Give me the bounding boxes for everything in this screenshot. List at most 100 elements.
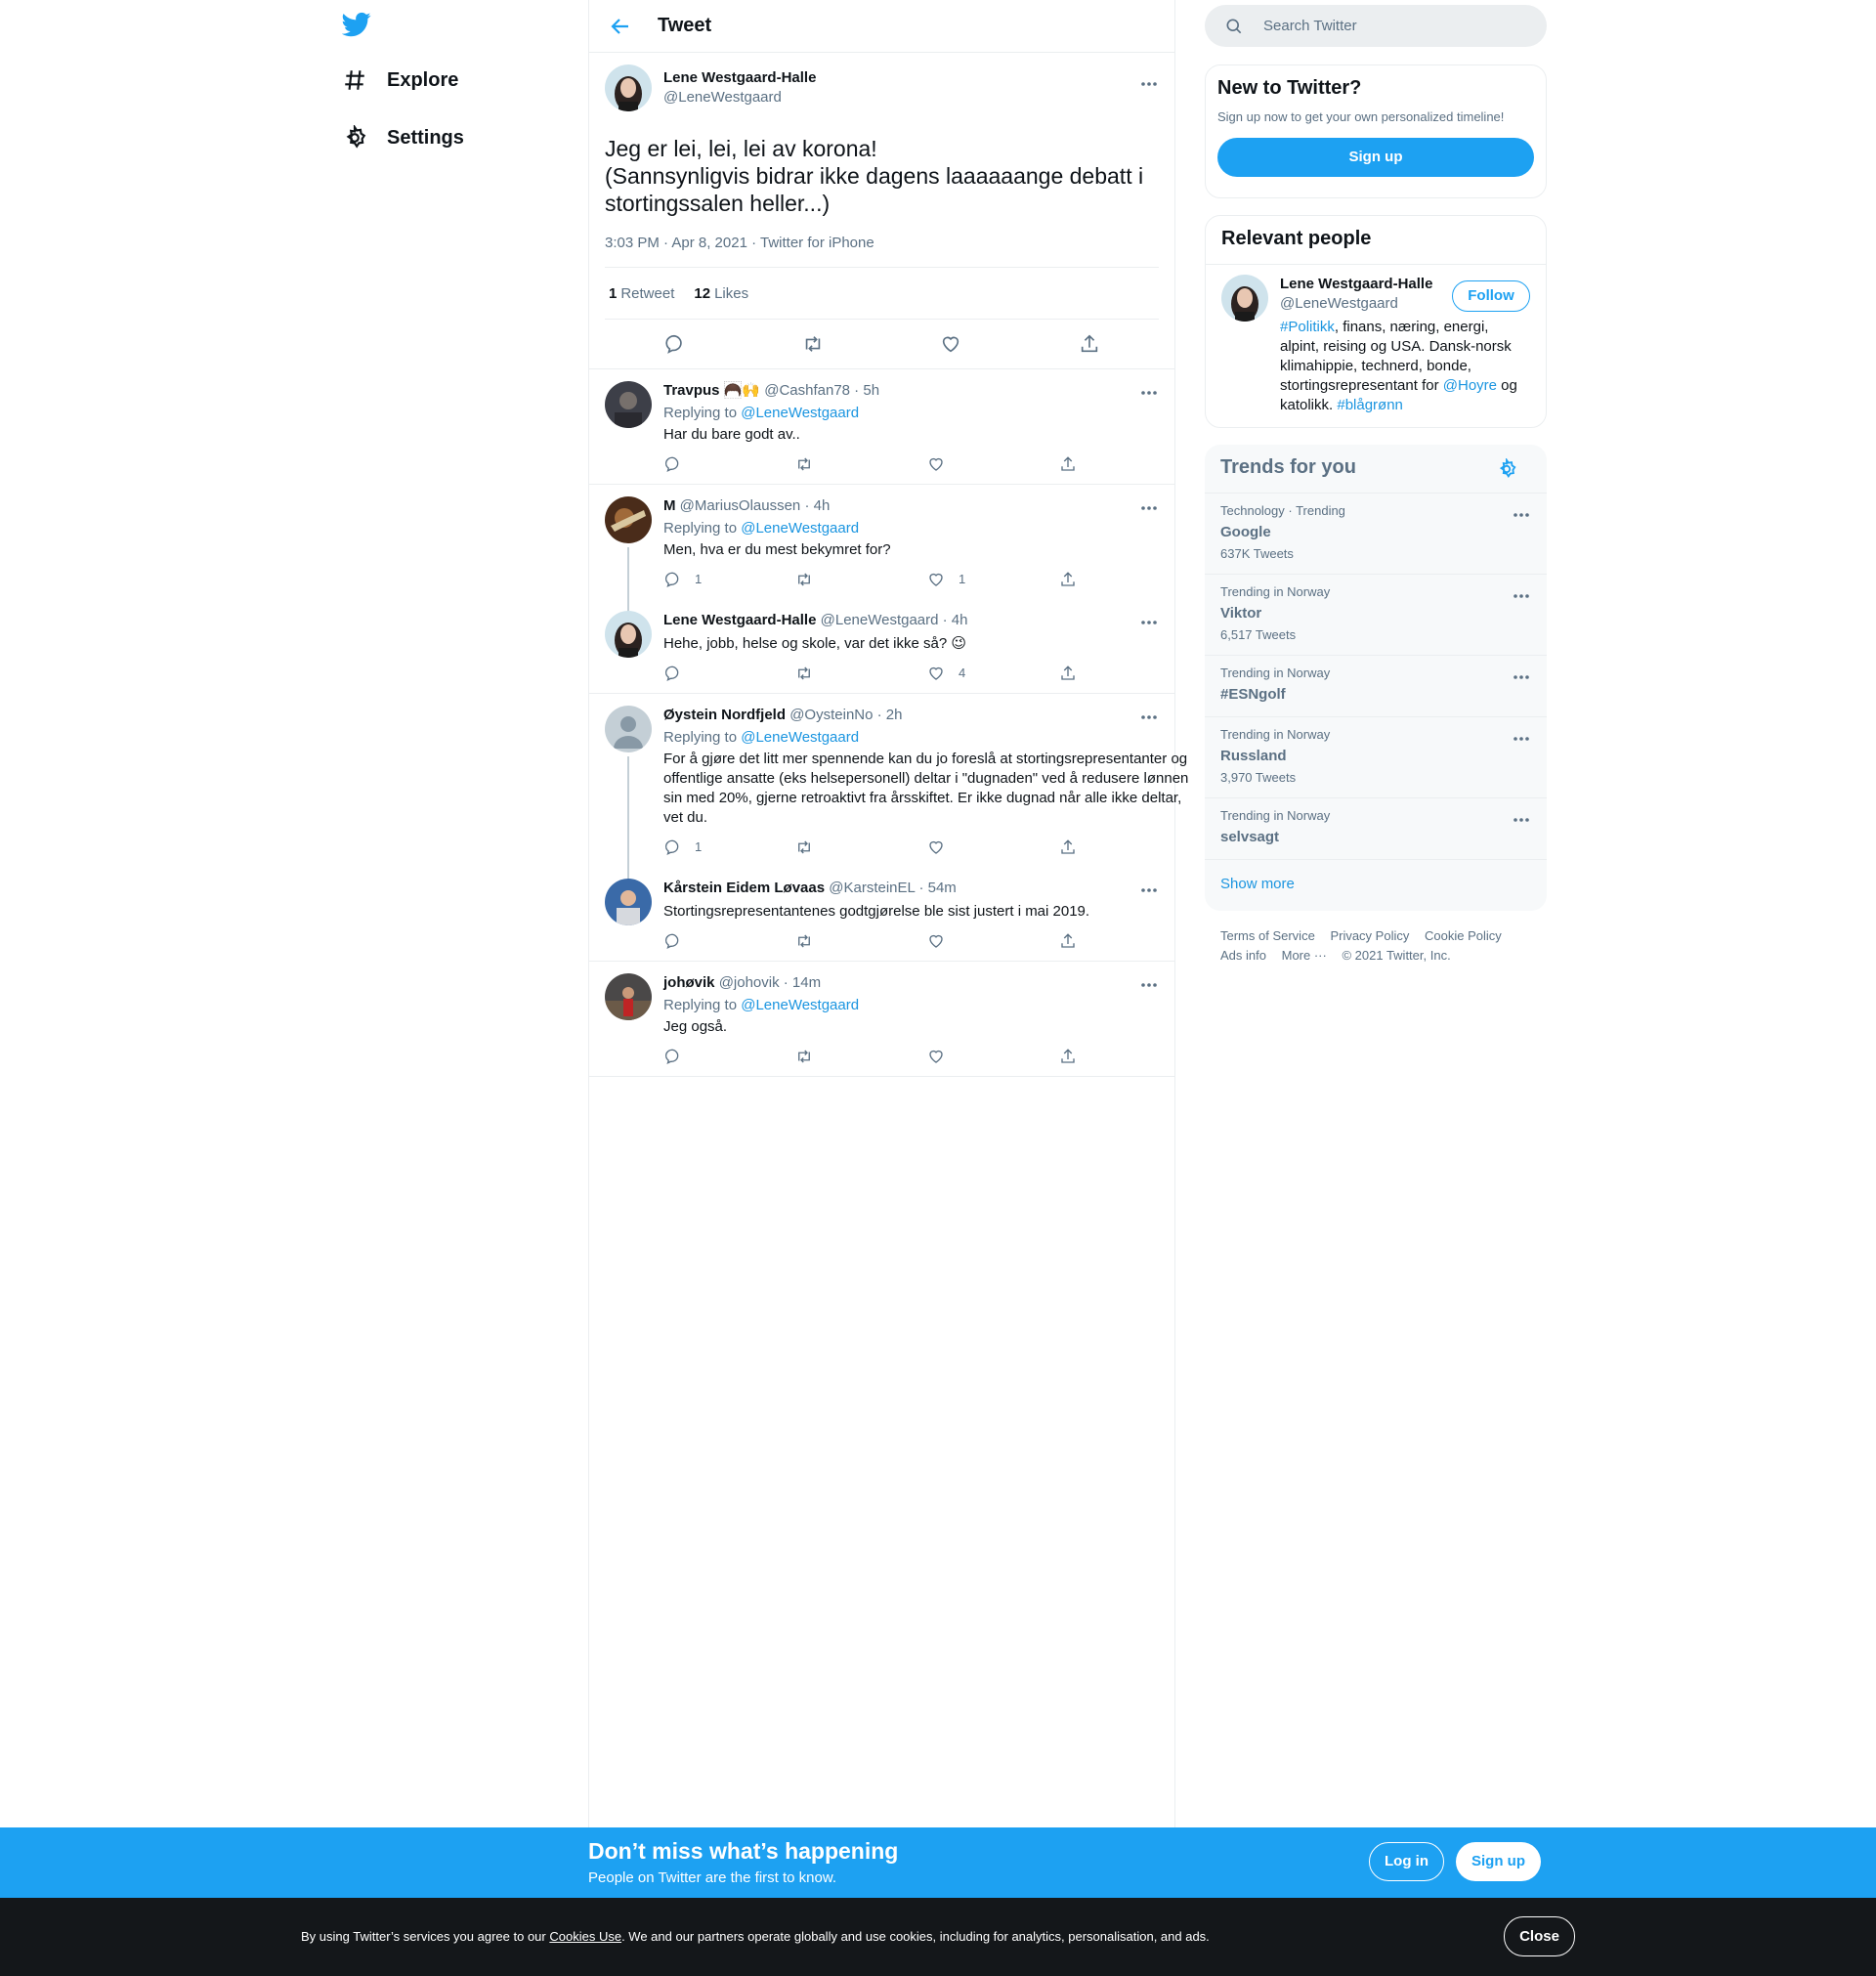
share-button[interactable] [1059,838,1191,856]
reply-button[interactable]: 1 [663,570,795,589]
nav-settings[interactable]: Settings [342,118,464,157]
more-dots-icon[interactable] [1512,505,1531,525]
like-button[interactable] [927,838,1059,856]
replying-mention-link[interactable]: @LeneWestgaard [741,997,859,1013]
share-button[interactable] [1059,455,1191,473]
avatar[interactable] [605,496,652,543]
author-handle[interactable]: @LeneWestgaard [663,88,816,107]
more-link[interactable]: More ··· [1282,948,1327,963]
reply-tweet[interactable]: johøvik @johovik · 14m Replying to @Lene… [589,962,1174,1077]
reply-button[interactable] [663,932,795,950]
reply-button[interactable] [663,1048,795,1065]
like-button[interactable]: 1 [927,570,1059,589]
avatar[interactable] [605,381,652,428]
reply-author-name[interactable]: Lene Westgaard-Halle [663,612,816,628]
cookie-close-button[interactable]: Close [1504,1916,1575,1956]
tweet-meta[interactable]: 3:03 PM · Apr 8, 2021 · Twitter for iPho… [605,235,1159,268]
hashtag-link[interactable]: #blågrønn [1337,397,1403,413]
reply-handle-time[interactable]: @MariusOlaussen · 4h [680,497,831,514]
reply-author-name[interactable]: M [663,497,676,514]
avatar[interactable] [605,973,652,1020]
retweet-button[interactable] [795,838,927,856]
reply-author-name[interactable]: Øystein Nordfjeld [663,707,786,723]
retweet-button[interactable] [795,455,927,473]
ads-info-link[interactable]: Ads info [1220,948,1266,963]
like-button[interactable] [927,1048,1059,1065]
hashtag-link[interactable]: #Politikk [1280,319,1335,335]
retweet-button[interactable] [795,1048,927,1065]
avatar[interactable] [605,611,652,658]
cookie-policy-link[interactable]: Cookie Policy [1425,928,1502,943]
terms-link[interactable]: Terms of Service [1220,928,1315,943]
more-dots-icon[interactable] [1512,810,1531,830]
retweet-button[interactable] [795,571,927,588]
retweet-stat[interactable]: 1 Retweet [609,285,674,302]
mention-link[interactable]: @Hoyre [1443,377,1497,394]
share-button[interactable] [1059,932,1191,950]
more-dots-icon[interactable] [1139,498,1159,518]
replying-mention-link[interactable]: @LeneWestgaard [741,405,859,421]
reply-tweet[interactable]: Travpus 🦱🙌 @Cashfan78 · 5h Replying to @… [589,369,1174,485]
retweet-button[interactable] [795,932,927,950]
share-button[interactable] [1059,571,1191,588]
share-icon[interactable] [1079,333,1100,355]
back-arrow-icon[interactable] [609,15,632,38]
show-more-link[interactable]: Show more [1205,860,1547,908]
reply-author-name[interactable]: Travpus [663,382,720,399]
more-dots-icon[interactable] [1139,383,1159,403]
trend-item[interactable]: Trending in Norway #ESNgolf [1205,656,1547,717]
reply-tweet[interactable]: Øystein Nordfjeld @OysteinNo · 2h Replyi… [589,694,1188,893]
share-button[interactable] [1059,1048,1191,1065]
follow-button[interactable]: Follow [1452,280,1530,312]
replying-mention-link[interactable]: @LeneWestgaard [741,520,859,537]
more-dots-icon[interactable] [1139,881,1159,900]
reply-handle-time[interactable]: @Cashfan78 · 5h [764,382,879,399]
avatar[interactable] [1221,275,1268,322]
reply-author-name[interactable]: johøvik [663,974,715,991]
more-dots-icon[interactable] [1139,613,1159,632]
more-dots-icon[interactable] [1512,729,1531,749]
search-input[interactable]: Search Twitter [1263,18,1357,34]
like-heart-icon[interactable] [940,333,961,355]
share-button[interactable] [1059,665,1191,682]
retweet-button[interactable] [795,665,927,682]
like-button[interactable] [927,932,1059,950]
avatar[interactable] [605,879,652,925]
reply-button[interactable]: 1 [663,838,795,857]
reply-tweet[interactable]: Kårstein Eidem Løvaas @KarsteinEL · 54m … [589,867,1174,962]
reply-author-name[interactable]: Kårstein Eidem Løvaas [663,880,825,896]
more-dots-icon[interactable] [1139,708,1159,727]
likes-stat[interactable]: 12 Likes [694,285,748,302]
reply-tweet[interactable]: M @MariusOlaussen · 4h Replying to @Lene… [589,485,1174,616]
retweet-icon[interactable] [802,333,824,355]
reply-handle-time[interactable]: @johovik · 14m [719,974,821,991]
trend-item[interactable]: Trending in Norway Viktor 6,517 Tweets [1205,575,1547,656]
trend-item[interactable]: Technology · Trending Google 637K Tweets [1205,494,1547,575]
search-box[interactable]: Search Twitter [1205,5,1547,47]
reply-handle-time[interactable]: @OysteinNo · 2h [789,707,902,723]
more-dots-icon[interactable] [1139,975,1159,995]
like-button[interactable] [927,455,1059,473]
signup-button[interactable]: Sign up [1217,138,1534,177]
settings-gear-icon[interactable] [1496,458,1517,480]
reply-icon[interactable] [663,333,685,355]
twitter-logo-icon[interactable] [342,10,371,39]
banner-signup-button[interactable]: Sign up [1456,1842,1541,1881]
trend-item[interactable]: Trending in Norway Russland 3,970 Tweets [1205,717,1547,798]
more-dots-icon[interactable] [1512,667,1531,687]
login-button[interactable]: Log in [1369,1842,1444,1881]
reply-tweet[interactable]: Lene Westgaard-Halle @LeneWestgaard · 4h… [589,599,1174,694]
reply-button[interactable] [663,665,795,682]
avatar[interactable] [605,64,652,111]
reply-handle-time[interactable]: @KarsteinEL · 54m [829,880,957,896]
avatar[interactable] [605,706,652,752]
reply-button[interactable] [663,455,795,473]
like-button[interactable]: 4 [927,664,1059,683]
author-name[interactable]: Lene Westgaard-Halle [663,68,816,88]
trend-item[interactable]: Trending in Norway selvsagt [1205,798,1547,860]
cookies-use-link[interactable]: Cookies Use [549,1929,621,1944]
nav-explore[interactable]: Explore [342,61,458,100]
privacy-link[interactable]: Privacy Policy [1330,928,1409,943]
more-dots-icon[interactable] [1139,74,1159,94]
replying-mention-link[interactable]: @LeneWestgaard [741,729,859,746]
